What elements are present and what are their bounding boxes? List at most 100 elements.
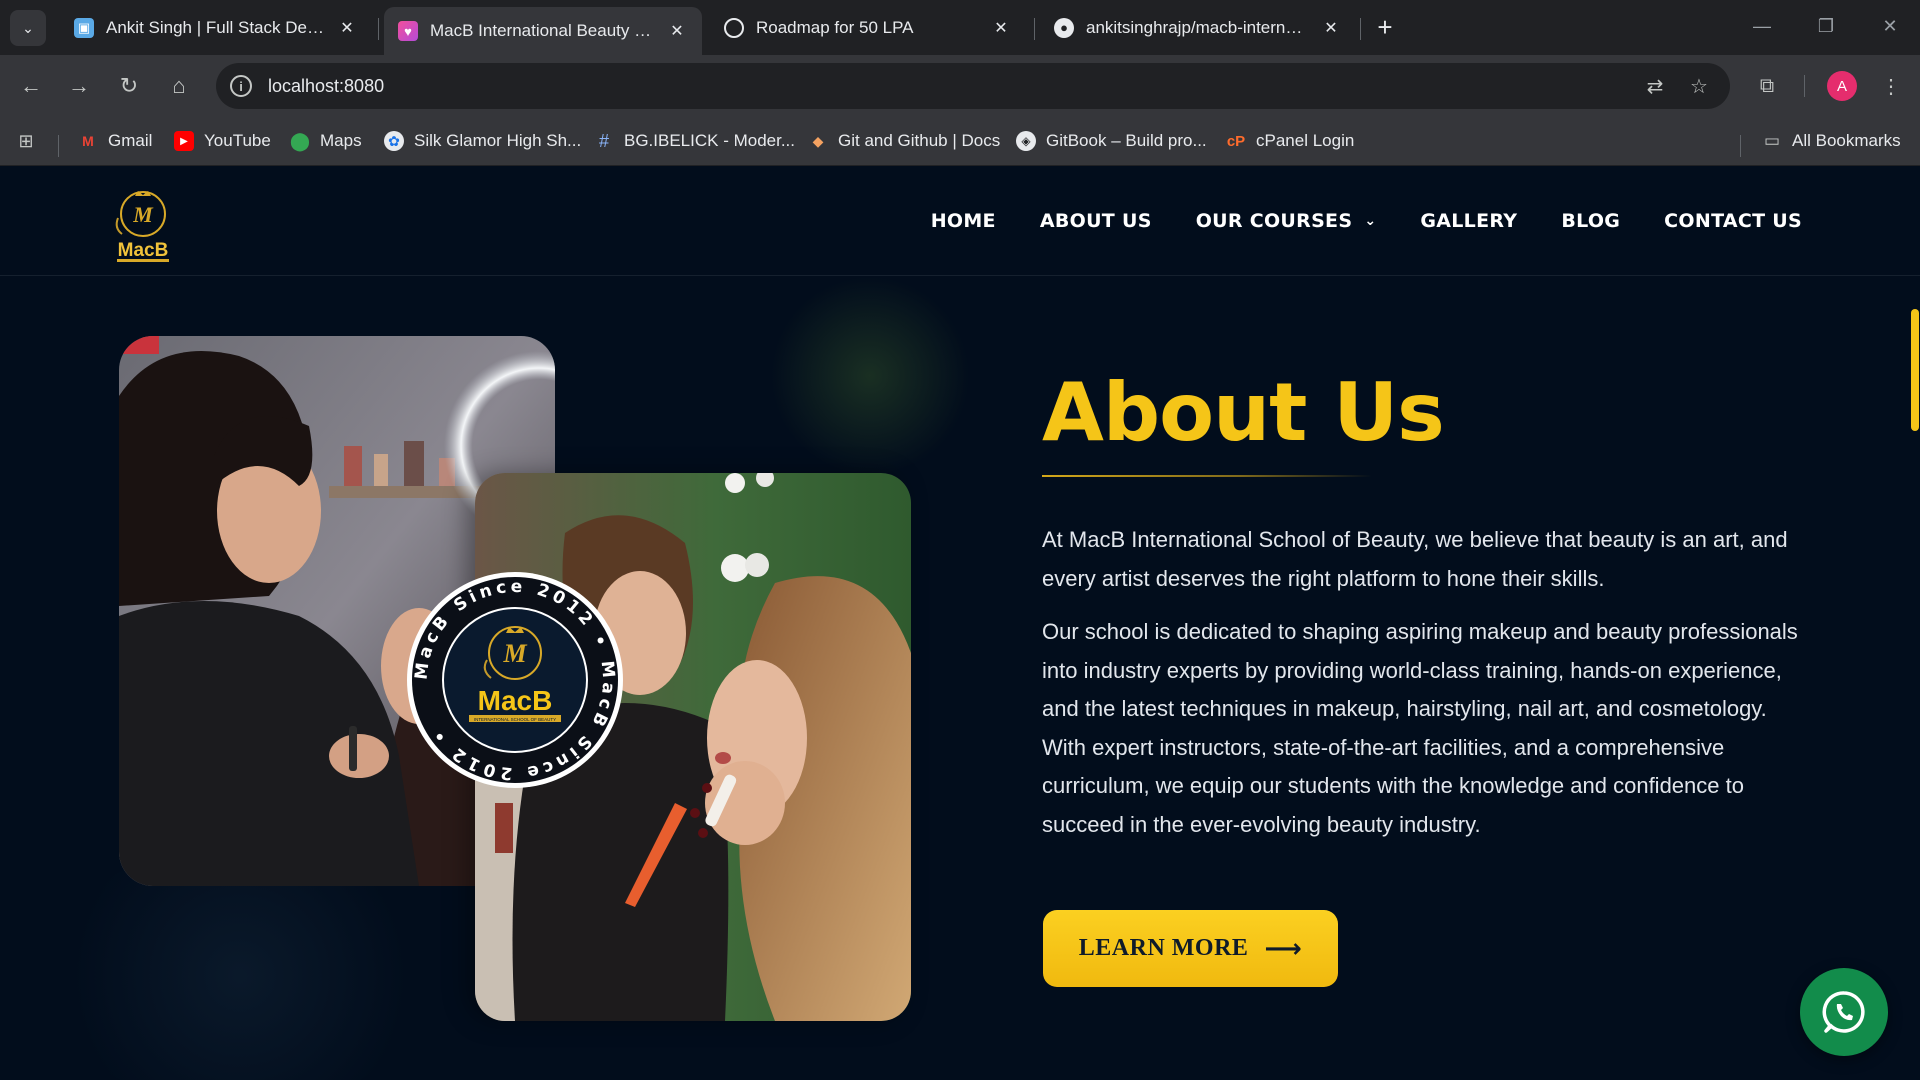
about-paragraph-1: At MacB International School of Beauty, … <box>1042 527 1788 591</box>
nav-gallery[interactable]: GALLERY <box>1420 210 1517 232</box>
briefcase-icon: ▣ <box>74 17 94 38</box>
arrow-right-icon: ⟶ <box>1264 933 1303 964</box>
makeup-icon: ♥ <box>398 21 418 41</box>
browser-toolbar: ← → ↻ ⌂ i localhost:8080 ⇄ ☆ ⧉ A ⋮ <box>0 55 1920 117</box>
extensions-button[interactable]: ⧉ <box>1750 69 1784 103</box>
tab-strip: ⌄ ▣ Ankit Singh | Full Stack Develop ✕ ♥… <box>0 0 1920 55</box>
nav-contact-us[interactable]: CONTACT US <box>1664 210 1802 232</box>
site-logo[interactable]: M MacB <box>110 184 176 264</box>
nav-about-us[interactable]: ABOUT US <box>1040 210 1152 232</box>
bookmark-maps[interactable]: ⬤ Maps <box>290 127 362 155</box>
tab-divider <box>1034 18 1035 40</box>
site-header: M MacB HOME ABOUT US OUR COURSES ⌄ GALLE… <box>0 166 1920 276</box>
toolbar-divider <box>1804 75 1805 97</box>
background-glow <box>770 276 970 476</box>
bookmark-youtube[interactable]: ▶ YouTube <box>174 127 271 155</box>
tab-portfolio[interactable]: ▣ Ankit Singh | Full Stack Develop ✕ <box>60 7 372 48</box>
bookmark-divider <box>1740 135 1741 157</box>
minimize-button[interactable]: — <box>1742 8 1782 44</box>
since-2012-badge: MacB Since 2012 • MacB Since 2012 • M Ma… <box>405 570 625 790</box>
close-window-button[interactable]: ✕ <box>1870 8 1910 44</box>
learn-more-label: LEARN MORE <box>1078 935 1249 961</box>
openai-icon <box>724 17 744 38</box>
all-bookmarks-button[interactable]: ▭ All Bookmarks <box>1762 127 1901 155</box>
chevron-down-icon: ⌄ <box>22 19 34 36</box>
nav-home[interactable]: HOME <box>931 210 996 232</box>
tab-roadmap[interactable]: Roadmap for 50 LPA ✕ <box>710 7 1026 48</box>
kebab-menu-icon: ⋮ <box>1881 75 1901 98</box>
site-info-icon[interactable]: i <box>230 75 252 97</box>
hash-icon: # <box>598 130 609 151</box>
tab-github[interactable]: ● ankitsinghrajp/macb-internatio ✕ <box>1040 7 1356 48</box>
restore-icon: ❐ <box>1817 15 1835 36</box>
whatsapp-icon <box>1822 991 1865 1033</box>
bookmark-bg-ibelick[interactable]: # BG.IBELICK - Moder... <box>594 127 795 155</box>
bookmark-gmail[interactable]: M Gmail <box>78 127 152 155</box>
arrow-right-icon: → <box>68 73 90 98</box>
back-button[interactable]: ← <box>14 69 48 103</box>
close-icon: ✕ <box>1882 15 1898 36</box>
gitbook-icon: ◈ <box>1016 131 1036 151</box>
macb-crest-icon: M MacB <box>115 191 169 262</box>
chevron-down-icon: ⌄ <box>1364 213 1377 229</box>
github-icon: ● <box>1054 17 1074 38</box>
bookmarks-bar: ⊞ M Gmail ▶ YouTube ⬤ Maps ✿ Silk Glamor… <box>0 117 1920 166</box>
about-paragraph-2: Our school is dedicated to shaping aspir… <box>1042 619 1798 837</box>
gmail-icon: M <box>82 133 94 149</box>
tab-divider <box>378 18 379 40</box>
title-underline <box>1042 475 1372 477</box>
close-tab-icon[interactable]: ✕ <box>990 17 1012 39</box>
reload-button[interactable]: ↻ <box>112 69 146 103</box>
nav-our-courses[interactable]: OUR COURSES ⌄ <box>1196 210 1377 232</box>
bookmark-cpanel[interactable]: cP cPanel Login <box>1226 127 1355 155</box>
close-tab-icon[interactable]: ✕ <box>1320 17 1342 39</box>
cpanel-icon: cP <box>1226 132 1246 150</box>
git-icon: ◆ <box>812 132 824 149</box>
url-text[interactable]: localhost:8080 <box>268 76 384 97</box>
puzzle-icon: ⧉ <box>1759 74 1775 97</box>
menu-button[interactable]: ⋮ <box>1874 69 1908 103</box>
tab-search-button[interactable]: ⌄ <box>10 10 46 46</box>
home-button[interactable]: ⌂ <box>162 69 196 103</box>
badge-seal-icon: MacB Since 2012 • MacB Since 2012 • M Ma… <box>407 572 623 788</box>
folder-icon: ▭ <box>1763 131 1781 150</box>
apps-button[interactable]: ⊞ <box>16 127 46 155</box>
home-icon: ⌂ <box>172 73 186 98</box>
arrow-left-icon: ← <box>20 73 42 98</box>
svg-text:M: M <box>132 202 154 227</box>
apps-grid-icon: ⊞ <box>18 130 34 151</box>
browser-chrome: ⌄ ▣ Ankit Singh | Full Stack Develop ✕ ♥… <box>0 0 1920 166</box>
svg-text:MacB: MacB <box>478 685 553 716</box>
close-tab-icon[interactable]: ✕ <box>666 20 688 42</box>
profile-avatar[interactable]: A <box>1827 71 1857 101</box>
svg-text:M: M <box>502 639 527 668</box>
scrollbar-thumb[interactable] <box>1911 309 1919 431</box>
bookmark-gitbook[interactable]: ◈ GitBook – Build pro... <box>1016 127 1207 155</box>
tab-divider <box>1360 18 1361 40</box>
silk-icon: ✿ <box>384 131 404 151</box>
youtube-icon: ▶ <box>174 131 194 151</box>
bookmark-git-github[interactable]: ◆ Git and Github | Docs <box>808 127 1001 155</box>
new-tab-button[interactable]: + <box>1370 12 1400 42</box>
star-icon[interactable]: ☆ <box>1686 73 1712 99</box>
nav-blog[interactable]: BLOG <box>1561 210 1620 232</box>
reload-icon: ↻ <box>119 73 139 98</box>
about-title: About Us <box>1042 366 1445 459</box>
plus-icon: + <box>1377 11 1393 42</box>
forward-button[interactable]: → <box>62 69 96 103</box>
website-viewport: M MacB HOME ABOUT US OUR COURSES ⌄ GALLE… <box>0 166 1920 1080</box>
page-scrollbar[interactable] <box>1908 309 1920 1080</box>
nav-our-courses-label: OUR COURSES <box>1195 210 1353 232</box>
minimize-icon: — <box>1753 15 1771 36</box>
tab-macb[interactable]: ♥ MacB International Beauty of Sc ✕ <box>384 7 702 55</box>
svg-text:MacB: MacB <box>118 240 169 261</box>
restore-button[interactable]: ❐ <box>1806 8 1846 44</box>
bookmark-divider <box>58 135 59 157</box>
close-tab-icon[interactable]: ✕ <box>336 17 358 39</box>
learn-more-button[interactable]: LEARN MORE ⟶ <box>1043 910 1338 987</box>
whatsapp-chat-button[interactable] <box>1800 968 1888 1056</box>
address-bar[interactable]: i localhost:8080 ⇄ ☆ <box>216 63 1730 109</box>
maps-icon: ⬤ <box>289 130 311 151</box>
translate-icon[interactable]: ⇄ <box>1642 73 1668 99</box>
bookmark-silk-glamor[interactable]: ✿ Silk Glamor High Sh... <box>384 127 581 155</box>
